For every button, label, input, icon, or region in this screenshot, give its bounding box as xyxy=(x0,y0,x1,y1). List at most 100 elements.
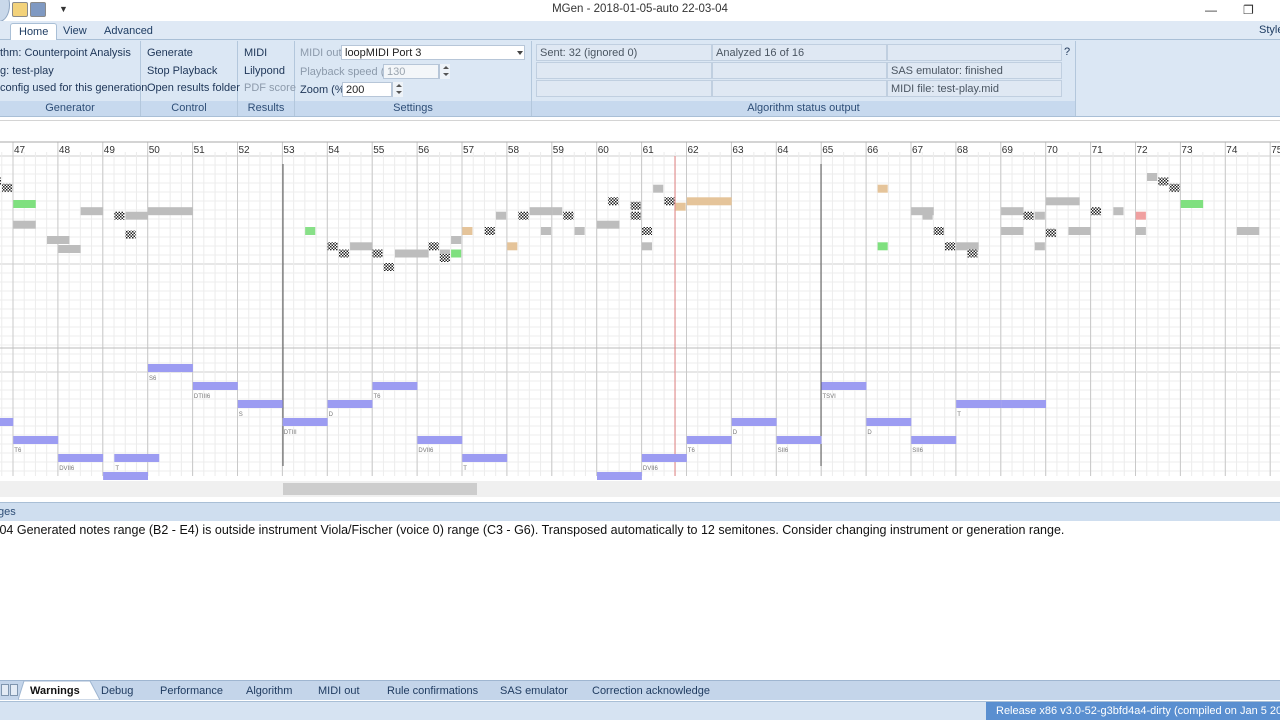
harmony-label: DVII6 xyxy=(59,466,75,472)
tab-warnings[interactable]: Warnings xyxy=(30,682,80,700)
harmony-label: S xyxy=(239,412,243,418)
upper-note xyxy=(653,184,664,193)
upper-note xyxy=(574,227,585,235)
upper-note xyxy=(686,197,732,206)
ribbon-panel: thm: Counterpoint Analysis g: test-play … xyxy=(0,40,1280,117)
piano-roll[interactable]: 47 48 49 50 51 52 53 54 55 56 57 58 59 60 61 62 63 64 65 66… xyxy=(0,120,1280,498)
config-used-link[interactable]: config used for this generation xyxy=(0,82,147,94)
minimize-button[interactable]: — xyxy=(1205,3,1217,17)
lower-note xyxy=(462,454,508,462)
generate-button[interactable]: Generate xyxy=(147,47,193,59)
measure-number: 65 xyxy=(822,145,834,156)
tab-midi-out[interactable]: MIDI out xyxy=(318,682,360,700)
harmony-label: D xyxy=(867,430,872,436)
upper-note xyxy=(383,263,394,271)
ribbon-tab-bar: Home View Advanced Style xyxy=(0,21,1280,40)
tab-home[interactable]: Home xyxy=(10,23,58,40)
measure-number: 47 xyxy=(14,145,26,156)
upper-note xyxy=(944,242,956,251)
sas-emulator-status: SAS emulator: finished xyxy=(887,62,1062,79)
algorithm-info: thm: Counterpoint Analysis xyxy=(0,47,131,59)
upper-note xyxy=(933,227,944,235)
upper-note xyxy=(439,254,450,262)
midi-out-select[interactable]: loopMIDI Port 3 xyxy=(341,45,525,60)
tab-sas-emulator[interactable]: SAS emulator xyxy=(500,682,568,700)
measure-number: 57 xyxy=(463,145,475,156)
measure-number: 54 xyxy=(328,145,340,156)
upper-note xyxy=(1113,207,1124,216)
upper-note xyxy=(1090,207,1102,216)
results-group: MIDI Lilypond PDF score Results xyxy=(238,41,296,116)
tab-nav-prev-icon[interactable] xyxy=(1,684,9,696)
lower-note xyxy=(641,454,687,462)
upper-note xyxy=(507,242,518,251)
harmony-label: T xyxy=(463,466,467,472)
tab-debug[interactable]: Debug xyxy=(101,682,133,700)
lower-note xyxy=(686,436,732,444)
upper-note xyxy=(13,220,36,229)
upper-note xyxy=(80,207,104,216)
measure-number: 49 xyxy=(104,145,116,156)
lower-note xyxy=(417,436,463,444)
measure-number: 48 xyxy=(59,145,71,156)
harmony-label: DVII6 xyxy=(418,448,434,454)
harmony-label: T6 xyxy=(688,448,696,454)
tab-advanced[interactable]: Advanced xyxy=(96,23,161,40)
measure-number: 62 xyxy=(688,145,700,156)
stop-playback-button[interactable]: Stop Playback xyxy=(147,65,217,77)
lilypond-result-button[interactable]: Lilypond xyxy=(244,65,285,77)
harmony-label: T6 xyxy=(14,448,22,454)
measure-number: 55 xyxy=(373,145,385,156)
measure-number: 56 xyxy=(418,145,430,156)
results-caption: Results xyxy=(247,102,285,114)
tab-nav-next-icon[interactable] xyxy=(10,684,18,696)
scrollbar-thumb[interactable] xyxy=(283,483,477,495)
upper-note xyxy=(967,249,978,258)
measure-number: 70 xyxy=(1047,145,1059,156)
measure-number: 59 xyxy=(553,145,565,156)
midi-result-button[interactable]: MIDI xyxy=(244,47,267,59)
tab-performance[interactable]: Performance xyxy=(160,682,223,700)
help-icon[interactable]: ? xyxy=(1064,46,1070,58)
tab-view[interactable]: View xyxy=(55,23,95,40)
output-tab-bar: Warnings Debug Performance Algorithm MID… xyxy=(0,680,1280,700)
upper-note xyxy=(327,242,338,251)
status-cell: Analyzed 16 of 16 xyxy=(712,44,887,61)
upper-note xyxy=(877,242,888,251)
midi-out-label: MIDI out xyxy=(300,47,342,59)
upper-note xyxy=(1034,242,1045,251)
upper-note xyxy=(125,211,148,220)
upper-note xyxy=(877,184,888,193)
horizontal-scrollbar[interactable] xyxy=(0,481,1280,497)
playback-speed-input[interactable]: 130 xyxy=(383,64,439,79)
lower-note xyxy=(237,400,283,408)
upper-note xyxy=(0,177,1,186)
lower-note xyxy=(731,418,777,426)
upper-note xyxy=(495,211,507,220)
tab-correction-acknowledge[interactable]: Correction acknowledge xyxy=(592,682,710,700)
harmony-label: D xyxy=(329,412,334,418)
upper-note xyxy=(664,197,675,206)
generator-caption: Generator xyxy=(45,102,95,114)
upper-note xyxy=(58,245,81,253)
upper-note xyxy=(1001,207,1024,216)
tab-rule-confirmations[interactable]: Rule confirmations xyxy=(387,682,478,700)
lower-note xyxy=(282,418,328,426)
pdf-score-button[interactable]: PDF score xyxy=(244,82,296,94)
warning-message[interactable]: :04 Generated notes range (B2 - E4) is o… xyxy=(0,523,1064,537)
harmony-label: D xyxy=(733,430,738,436)
measure-number: 73 xyxy=(1181,145,1193,156)
chevron-down-icon[interactable] xyxy=(517,51,523,55)
measure-number: 63 xyxy=(732,145,744,156)
piano-roll-canvas[interactable]: 47 48 49 50 51 52 53 54 55 56 57 58 59 60 61 62 63 64 65 66… xyxy=(0,120,1280,480)
algorithm-status-caption: Algorithm status output xyxy=(747,102,860,114)
tab-algorithm[interactable]: Algorithm xyxy=(246,682,292,700)
style-menu[interactable]: Style xyxy=(1259,24,1280,36)
lower-note xyxy=(103,472,148,480)
measure-number: 64 xyxy=(777,145,789,156)
zoom-spinner[interactable] xyxy=(392,82,403,97)
playback-speed-spinner[interactable] xyxy=(439,64,450,79)
zoom-input[interactable]: 200 xyxy=(342,82,392,97)
open-results-folder-button[interactable]: Open results folder xyxy=(147,82,240,94)
maximize-button[interactable]: ❐ xyxy=(1243,3,1254,17)
